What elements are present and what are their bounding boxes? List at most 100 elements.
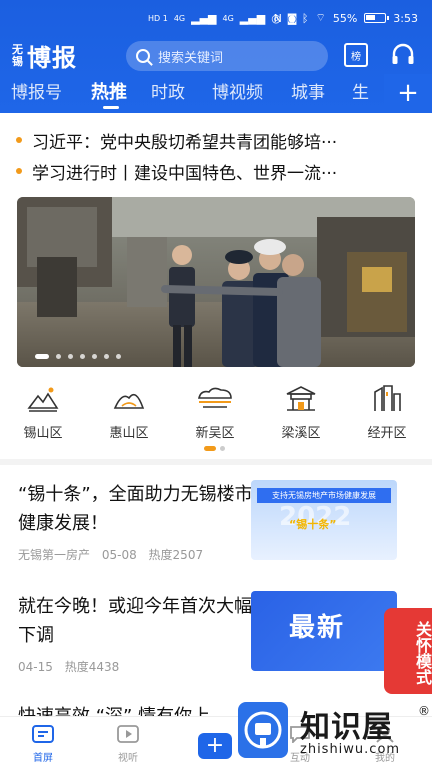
- banner-carousel[interactable]: [17, 197, 415, 367]
- carousel-dot-active[interactable]: [35, 354, 49, 359]
- headline-item[interactable]: 习近平：党中央殷切希望共青团能够培···: [16, 126, 418, 154]
- sim1-label: HD 1: [148, 13, 168, 23]
- building-icon: [374, 385, 401, 411]
- news-heat: 热度2507: [148, 548, 204, 562]
- news-heat: 热度4438: [64, 660, 120, 674]
- news-title: 就在今晚！或迎今年首次大幅下调: [18, 596, 252, 646]
- district-label: 锡山区: [23, 426, 63, 441]
- district-xinwu[interactable]: 新吴区: [180, 384, 250, 441]
- active-tab-indicator: [103, 106, 119, 109]
- carousel-dot[interactable]: [80, 354, 85, 359]
- district-label: 惠山区: [109, 426, 149, 441]
- news-thumbnail[interactable]: 支持无锡房地产市场健康发展 2022 “锡十条”: [251, 480, 397, 560]
- logo-small-text: 无锡: [12, 42, 23, 68]
- tab-city[interactable]: 城事: [291, 78, 325, 103]
- bullet-dot-icon: [16, 168, 22, 174]
- thumb-subtitle: “锡十条”: [289, 518, 337, 531]
- hill-icon: [113, 393, 145, 409]
- district-shortcuts: 锡山区 惠山区 新吴区 梁溪区 经开区: [0, 384, 432, 444]
- battery-level: [366, 15, 376, 20]
- search-placeholder: 搜索关键词: [158, 50, 224, 66]
- carousel-indicator: [35, 354, 121, 359]
- nfc-icon: N: [273, 11, 282, 25]
- video-icon: [117, 725, 139, 743]
- home-icon: [32, 725, 54, 743]
- care-mode-button[interactable]: 关怀模式: [384, 608, 432, 694]
- nav-label: 首屏: [33, 753, 53, 764]
- watermark: 知识屋 ® zhishiwu.com: [238, 702, 432, 768]
- news-title: “锡十条”，全面助力无锡楼市健康发展！: [18, 484, 253, 534]
- battery-percent: 55%: [332, 11, 358, 25]
- headline-text: 习近平：党中央殷切希望共青团能够培···: [32, 132, 338, 153]
- bullet-dot-icon: [16, 137, 22, 143]
- status-bar: HD 1 4G ▂▄▆ 4G ▂▄▆ ◎ ◙ N ▯ ᛒ ⌔ 55% 3:53: [0, 0, 432, 34]
- watermark-text: 知识屋: [300, 710, 393, 745]
- pager-dot: [220, 446, 225, 451]
- headline-item[interactable]: 学习进行时丨建设中国特色、世界一流···: [16, 157, 418, 185]
- watermark-logo-icon: [238, 702, 288, 758]
- district-liangxi[interactable]: 梁溪区: [266, 384, 336, 441]
- signal-bars-2-icon: ▂▄▆: [239, 12, 266, 25]
- app-logo: 无锡 博报: [12, 38, 77, 73]
- nav-label: 视听: [118, 753, 138, 764]
- district-jingkai[interactable]: 经开区: [352, 384, 422, 441]
- news-date: 04-15: [18, 660, 53, 674]
- headphone-icon[interactable]: [390, 42, 416, 68]
- watermark-url: zhishiwu.com: [300, 742, 401, 757]
- pavilion-icon: [286, 386, 316, 411]
- district-label: 经开区: [367, 426, 407, 441]
- banner-photo: [17, 197, 415, 367]
- nav-video[interactable]: 视听: [98, 725, 158, 764]
- plus-icon: +: [397, 78, 419, 108]
- signal-bars-icon: ▂▄▆: [191, 12, 217, 25]
- news-thumbnail[interactable]: 最新: [251, 591, 397, 671]
- logo-big-text: 博报: [27, 43, 77, 72]
- tab-hot[interactable]: 热推: [91, 78, 127, 104]
- district-label: 梁溪区: [281, 426, 321, 441]
- news-source: 无锡第一房产: [18, 548, 91, 562]
- thumb-text: 最新: [289, 613, 346, 643]
- pager-dot-active: [204, 446, 216, 451]
- thumb-caption: 支持无锡房地产市场健康发展: [257, 488, 391, 503]
- section-divider: [0, 459, 432, 465]
- tab-politics[interactable]: 时政: [151, 78, 185, 103]
- district-pager: [204, 446, 225, 451]
- headline-text: 学习进行时丨建设中国特色、世界一流···: [32, 163, 338, 184]
- channel-tabs: 博报号 热推 时政 博视频 城事 生: [0, 78, 432, 110]
- carousel-dot[interactable]: [56, 354, 61, 359]
- district-xishan[interactable]: 锡山区: [8, 384, 78, 441]
- add-channel-button[interactable]: +: [384, 74, 432, 112]
- carousel-dot[interactable]: [92, 354, 97, 359]
- search-icon: [136, 49, 150, 63]
- clock: 3:53: [393, 11, 418, 25]
- news-date: 05-08: [101, 548, 137, 562]
- plus-icon: +: [205, 733, 225, 758]
- vibrate-icon: ▯: [288, 11, 295, 25]
- signal2-label: 4G: [222, 14, 234, 23]
- app-header: HD 1 4G ▂▄▆ 4G ▂▄▆ ◎ ◙ N ▯ ᛒ ⌔ 55% 3:53 …: [0, 0, 432, 113]
- bluetooth-icon: ᛒ: [301, 11, 309, 25]
- care-mode-label: 关怀模式: [413, 621, 432, 685]
- carousel-dot[interactable]: [116, 354, 121, 359]
- search-input[interactable]: 搜索关键词: [126, 41, 328, 71]
- rank-label: 榜: [351, 51, 361, 63]
- tab-bobaohao[interactable]: 博报号: [11, 78, 62, 103]
- wifi-icon: ⌔: [315, 11, 326, 24]
- tab-video[interactable]: 博视频: [212, 78, 263, 103]
- app-screen: HD 1 4G ▂▄▆ 4G ▂▄▆ ◎ ◙ N ▯ ᛒ ⌔ 55% 3:53 …: [0, 0, 432, 768]
- watermark-reg: ®: [418, 704, 430, 718]
- carousel-dot[interactable]: [68, 354, 73, 359]
- status-right: N ▯ ᛒ ⌔ 55% 3:53: [274, 11, 418, 25]
- cloud-icon: [197, 387, 232, 408]
- carousel-dot[interactable]: [104, 354, 109, 359]
- nav-publish-button[interactable]: +: [198, 733, 232, 759]
- district-label: 新吴区: [195, 426, 235, 441]
- top-bar: 无锡 博报 搜索关键词 榜: [0, 36, 432, 74]
- mountain-icon: [27, 387, 59, 412]
- battery-icon: [364, 13, 390, 23]
- nav-home[interactable]: 首屏: [13, 725, 73, 764]
- tab-life[interactable]: 生: [352, 78, 369, 103]
- rank-list-button[interactable]: 榜: [344, 43, 368, 67]
- signal1-label: 4G: [173, 14, 186, 23]
- district-huishan[interactable]: 惠山区: [94, 384, 164, 441]
